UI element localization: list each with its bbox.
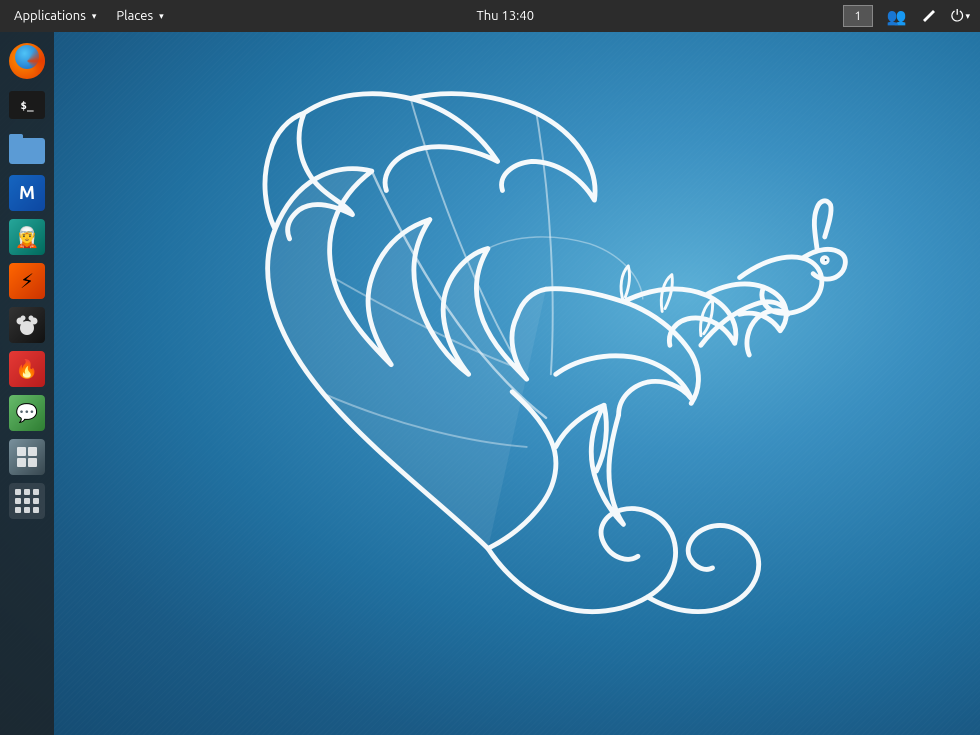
grid-icon	[15, 445, 39, 469]
places-menu[interactable]: Places ▾	[106, 0, 173, 32]
desktop: Applications ▾ Places ▾ Thu 13:40 1 👥	[0, 0, 980, 735]
applications-menu[interactable]: Applications ▾	[4, 0, 106, 32]
app-grid-icon	[9, 439, 45, 475]
applications-label: Applications	[14, 9, 86, 23]
sidebar-item-terminal[interactable]: $_	[6, 84, 48, 126]
sidebar-item-app-black[interactable]	[6, 304, 48, 346]
dragon-svg	[177, 84, 857, 684]
applications-arrow: ▾	[92, 11, 97, 22]
sidebar-item-firefox[interactable]	[6, 40, 48, 82]
firefox-icon	[9, 43, 45, 79]
sidebar-item-maltego[interactable]: M	[6, 172, 48, 214]
places-arrow: ▾	[159, 11, 164, 22]
pencil-icon	[921, 8, 937, 24]
sidebar-item-app-green[interactable]: 💬	[6, 392, 48, 434]
sidebar: $_ M 🧝 ⚡	[0, 32, 54, 735]
power-icon: ⏻	[951, 7, 964, 26]
sidebar-item-burpsuite[interactable]: ⚡	[6, 260, 48, 302]
workspace-switcher[interactable]: 1	[837, 0, 879, 32]
power-button[interactable]: ⏻ ▾	[945, 0, 976, 32]
fairy-icon: 🧝	[9, 219, 45, 255]
burpsuite-icon: ⚡	[9, 263, 45, 299]
screenshot-button[interactable]	[915, 0, 943, 32]
panel-right: 1 👥 ⏻ ▾	[837, 0, 976, 32]
folder-icon	[9, 134, 45, 164]
kali-dragon	[54, 32, 980, 735]
sidebar-item-app-grid[interactable]	[6, 436, 48, 478]
paw-icon	[13, 311, 41, 339]
sidebar-item-fairy[interactable]: 🧝	[6, 216, 48, 258]
users-button[interactable]: 👥	[881, 0, 913, 32]
places-label: Places	[116, 9, 153, 23]
maltego-icon: M	[9, 175, 45, 211]
users-icon: 👥	[887, 7, 907, 26]
power-arrow: ▾	[965, 11, 970, 22]
workspace-number[interactable]: 1	[843, 5, 873, 27]
launcher-icon	[9, 483, 45, 519]
app-green-icon: 💬	[9, 395, 45, 431]
panel-center: Thu 13:40	[174, 9, 837, 23]
sidebar-item-files[interactable]	[6, 128, 48, 170]
clock[interactable]: Thu 13:40	[476, 9, 534, 23]
sidebar-item-app-red[interactable]: 🔥	[6, 348, 48, 390]
app-red-icon: 🔥	[9, 351, 45, 387]
sidebar-item-launcher[interactable]	[6, 480, 48, 522]
app-black-icon	[9, 307, 45, 343]
top-panel: Applications ▾ Places ▾ Thu 13:40 1 👥	[0, 0, 980, 32]
panel-left: Applications ▾ Places ▾	[4, 0, 174, 32]
terminal-icon: $_	[9, 91, 45, 119]
